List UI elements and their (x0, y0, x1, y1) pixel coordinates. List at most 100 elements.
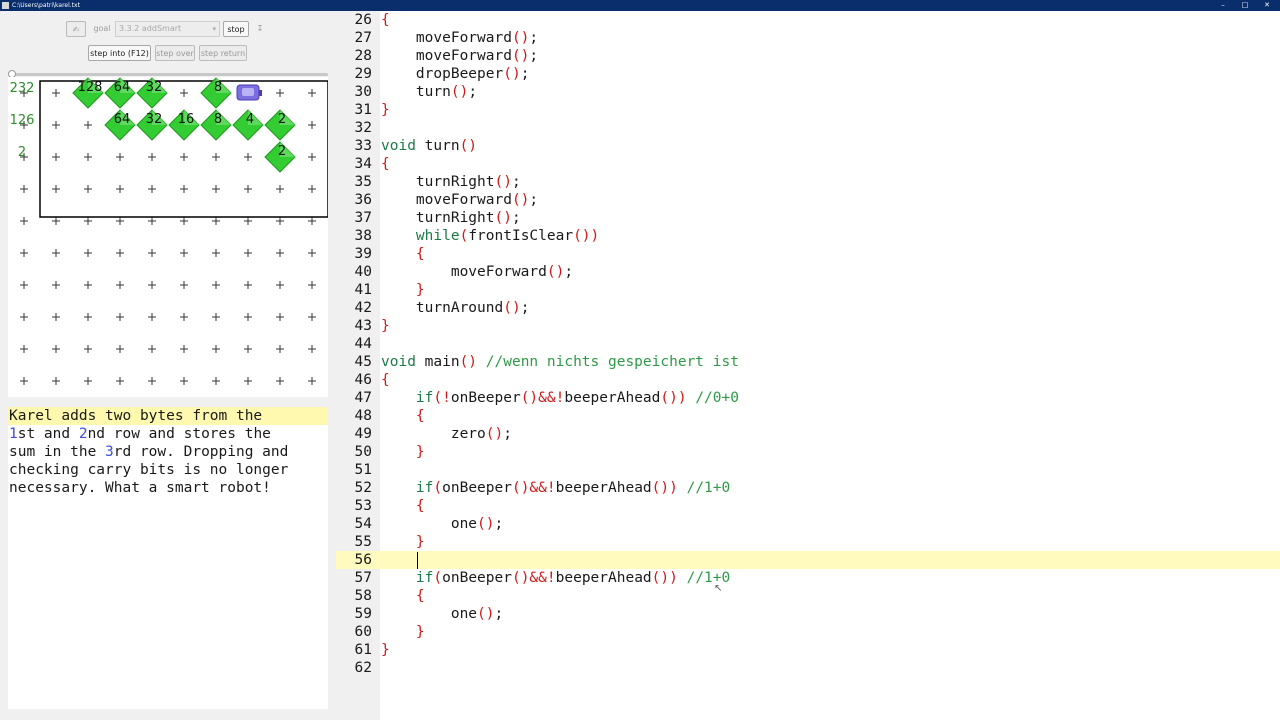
description-text: sum in the (9, 444, 106, 460)
download-icon[interactable]: ↧ (253, 21, 267, 37)
grid-cross (84, 121, 92, 129)
line-number: 52 (354, 480, 372, 496)
karel-panel: ✍ goal 3.3.2 addSmart ▾ stop ↧ step into… (0, 11, 336, 720)
line-number: 33 (354, 138, 372, 154)
toggle-button[interactable]: ✍ (66, 21, 86, 37)
code-token: { (415, 246, 425, 262)
step-over-button[interactable]: step over (155, 45, 195, 61)
code-token: ; (494, 606, 504, 622)
grid-cross (276, 345, 284, 353)
code-line: 28 moveForward(); (336, 47, 1280, 65)
description-text: necessary. What a smart robot! (9, 480, 271, 496)
line-number: 55 (354, 534, 372, 550)
title-bar: C:\Users\patri\karel.txt – □ ✕ (0, 0, 1280, 11)
maximize-button[interactable]: □ (1234, 0, 1256, 11)
code-token: } (381, 102, 390, 118)
code-token: beeperAhead (555, 570, 652, 586)
code-token: } (381, 642, 390, 658)
code-token: one (381, 606, 478, 622)
grid-cross (116, 153, 124, 161)
grid-cross (180, 281, 188, 289)
goal-select-value: 3.3.2 addSmart (119, 24, 182, 33)
grid-cross (148, 249, 156, 257)
beeper-count: 64 (114, 112, 131, 127)
karel-face (242, 88, 254, 96)
description-line: 1st and 2nd row and stores the (8, 425, 328, 443)
code-line: 34 { (336, 155, 1280, 173)
code-token: () (459, 138, 478, 154)
grid-cross (308, 249, 316, 257)
grid-cross (180, 153, 188, 161)
grid-cross (244, 249, 252, 257)
description-line: sum in the 3rd row. Dropping and (8, 443, 328, 461)
grid-cross (116, 377, 124, 385)
code-token: ; (529, 48, 539, 64)
grid-cross (148, 377, 156, 385)
grid-cross (52, 345, 60, 353)
description-text: checking carry bits is no longer (9, 462, 289, 478)
code-token: onBeeper (442, 570, 512, 586)
line-number: 42 (354, 300, 372, 316)
code-editor[interactable]: 26{27 moveForward(); 28 moveForward(); 29 … (336, 11, 1280, 720)
grid-cross (180, 377, 188, 385)
line-number: 29 (354, 66, 372, 82)
grid-cross (308, 153, 316, 161)
beeper-count: 64 (114, 80, 131, 95)
grid-cross (244, 185, 252, 193)
step-into-button[interactable]: step into (F12) (88, 45, 151, 61)
grid-cross (308, 313, 316, 321)
stop-button[interactable]: stop (223, 21, 249, 37)
code-token: ()) (651, 570, 678, 586)
line-number: 48 (354, 408, 372, 424)
karel-direction-marker (259, 90, 262, 96)
code-line: 56 (336, 551, 1280, 569)
code-token: } (415, 624, 425, 640)
speed-slider[interactable] (10, 73, 328, 76)
grid-cross (52, 313, 60, 321)
code-text: if(onBeeper()&&!beeperAhead()) //1+0 (381, 479, 730, 497)
code-line: 42 turnAround(); (336, 299, 1280, 317)
line-number: 39 (354, 246, 372, 262)
line-number: 62 (354, 660, 372, 676)
grid-cross (180, 249, 188, 257)
app-icon (2, 2, 9, 9)
grid-cross (180, 185, 188, 193)
beeper-count: 4 (246, 112, 254, 127)
code-token: void (381, 354, 416, 370)
description-text: 1 (9, 426, 18, 442)
minimize-button[interactable]: – (1212, 0, 1234, 11)
code-text: turn(); (381, 83, 477, 101)
code-token: one (381, 516, 478, 532)
code-token: () (485, 426, 504, 442)
code-token: beeperAhead (555, 480, 652, 496)
goal-select[interactable]: 3.3.2 addSmart ▾ (115, 21, 220, 37)
line-number: 31 (354, 102, 372, 118)
grid-cross (212, 249, 220, 257)
line-number: 28 (354, 48, 372, 64)
beeper-count: 32 (146, 80, 163, 95)
code-token: turnRight (381, 210, 495, 226)
grid-cross (20, 313, 28, 321)
grid-cross (116, 185, 124, 193)
code-line: 43} (336, 317, 1280, 335)
grid-cross (52, 249, 60, 257)
close-button[interactable]: ✕ (1256, 0, 1278, 11)
code-line: 35 turnRight(); (336, 173, 1280, 191)
line-number: 56 (354, 552, 372, 568)
grid-cross (116, 345, 124, 353)
code-token: { (415, 498, 425, 514)
step-return-button[interactable]: step return (199, 45, 247, 61)
code-line: 61} (336, 641, 1280, 659)
code-line: 46 { (336, 371, 1280, 389)
grid-cross (116, 217, 124, 225)
code-text: } (381, 101, 390, 119)
code-line: 58 { (336, 587, 1280, 605)
code-line: 57 if(onBeeper()&&!beeperAhead()) //1+0 (336, 569, 1280, 587)
code-token: { (381, 12, 390, 28)
